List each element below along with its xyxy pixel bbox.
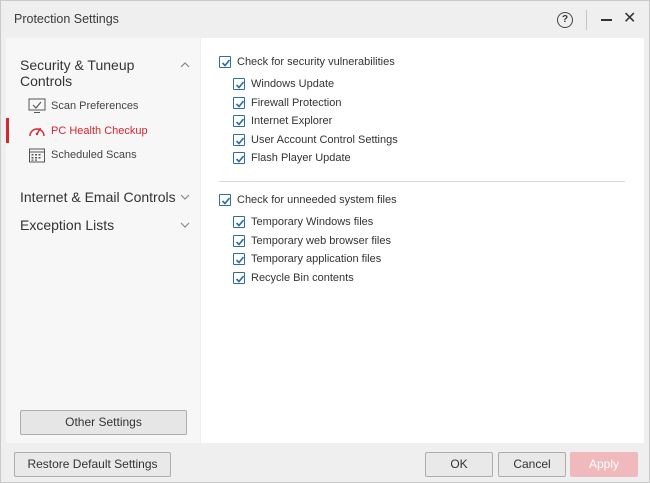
check-icon	[221, 197, 231, 205]
title-bar: Protection Settings ? ✕	[1, 1, 649, 37]
checkbox[interactable]	[233, 235, 245, 247]
title-bar-divider	[586, 10, 587, 30]
chevron-up-icon[interactable]	[180, 60, 190, 70]
checkbox[interactable]	[233, 78, 245, 90]
checkbox-label: Temporary application files	[251, 253, 382, 265]
checkbox[interactable]	[233, 272, 245, 284]
checkbox-label: Temporary Windows files	[251, 216, 374, 228]
sidebar: Security & Tuneup Controls Scan Preferen…	[6, 38, 200, 443]
checkbox-user-account-control[interactable]: User Account Control Settings	[233, 132, 398, 148]
checkbox-temp-browser-files[interactable]: Temporary web browser files	[233, 233, 391, 249]
check-icon	[235, 100, 245, 108]
checkbox-temp-windows-files[interactable]: Temporary Windows files	[233, 214, 373, 230]
check-icon	[235, 219, 245, 227]
checkbox[interactable]	[233, 97, 245, 109]
chevron-down-icon[interactable]	[180, 220, 190, 230]
checkbox[interactable]	[233, 152, 245, 164]
minimize-icon[interactable]	[601, 19, 612, 21]
chevron-down-icon[interactable]	[180, 192, 190, 202]
checkbox-label: Flash Player Update	[251, 152, 351, 164]
checkbox[interactable]	[233, 216, 245, 228]
nav-group-security-tuneup[interactable]: Security & Tuneup Controls	[20, 57, 160, 89]
monitor-check-icon	[28, 98, 46, 113]
checkbox-unneeded-system-files[interactable]: Check for unneeded system files	[219, 192, 397, 208]
check-icon	[235, 155, 245, 163]
calendar-icon	[29, 148, 45, 163]
checkbox-label: User Account Control Settings	[251, 134, 398, 146]
checkbox-label: Firewall Protection	[251, 97, 342, 109]
checkbox-flash-player-update[interactable]: Flash Player Update	[233, 150, 351, 166]
checkbox-security-vulnerabilities[interactable]: Check for security vulnerabilities	[219, 54, 395, 70]
nav-group-exception-lists[interactable]: Exception Lists	[20, 217, 170, 233]
check-icon	[235, 118, 245, 126]
checkbox-label: Check for unneeded system files	[237, 194, 397, 206]
apply-button[interactable]: Apply	[570, 452, 638, 477]
checkbox-label: Internet Explorer	[251, 115, 333, 127]
close-icon[interactable]: ✕	[623, 10, 636, 28]
check-icon	[235, 81, 245, 89]
check-icon	[235, 238, 245, 246]
checkbox-windows-update[interactable]: Windows Update	[233, 76, 334, 92]
sidebar-item-pc-health-checkup[interactable]: PC Health Checkup	[28, 122, 148, 140]
checkbox-label: Recycle Bin contents	[251, 272, 354, 284]
sidebar-item-label: Scheduled Scans	[51, 149, 137, 161]
sidebar-item-scan-preferences[interactable]: Scan Preferences	[28, 97, 138, 115]
protection-settings-window: Protection Settings ? ✕ Security & Tuneu…	[0, 0, 650, 483]
checkbox[interactable]	[219, 194, 231, 206]
help-icon[interactable]: ?	[557, 12, 573, 28]
speedometer-icon	[29, 127, 45, 137]
check-icon	[221, 59, 231, 67]
ok-button[interactable]: OK	[425, 452, 493, 477]
other-settings-button[interactable]: Other Settings	[20, 410, 187, 435]
section-divider	[219, 181, 625, 182]
settings-panel: Check for security vulnerabilities Windo…	[201, 38, 644, 443]
check-icon	[235, 256, 245, 264]
nav-group-internet-email[interactable]: Internet & Email Controls	[20, 189, 190, 205]
checkbox-label: Temporary web browser files	[251, 235, 391, 247]
checkbox-label: Windows Update	[251, 78, 335, 90]
checkbox-internet-explorer[interactable]: Internet Explorer	[233, 113, 332, 129]
active-indicator	[6, 118, 9, 143]
restore-default-settings-button[interactable]: Restore Default Settings	[14, 452, 171, 477]
sidebar-item-label: Scan Preferences	[51, 100, 139, 112]
checkbox-firewall-protection[interactable]: Firewall Protection	[233, 95, 341, 111]
dialog-footer: Restore Default Settings OK Cancel Apply	[1, 443, 649, 482]
check-icon	[235, 137, 245, 145]
sidebar-item-scheduled-scans[interactable]: Scheduled Scans	[28, 146, 137, 164]
checkbox[interactable]	[233, 134, 245, 146]
sidebar-item-label: PC Health Checkup	[51, 125, 148, 137]
checkbox[interactable]	[233, 115, 245, 127]
checkbox-label: Check for security vulnerabilities	[237, 56, 395, 68]
check-icon	[235, 275, 245, 283]
window-title: Protection Settings	[14, 12, 119, 26]
checkbox[interactable]	[233, 253, 245, 265]
checkbox-recycle-bin-contents[interactable]: Recycle Bin contents	[233, 270, 354, 286]
cancel-button[interactable]: Cancel	[498, 452, 566, 477]
checkbox-temp-application-files[interactable]: Temporary application files	[233, 251, 381, 267]
checkbox[interactable]	[219, 56, 231, 68]
